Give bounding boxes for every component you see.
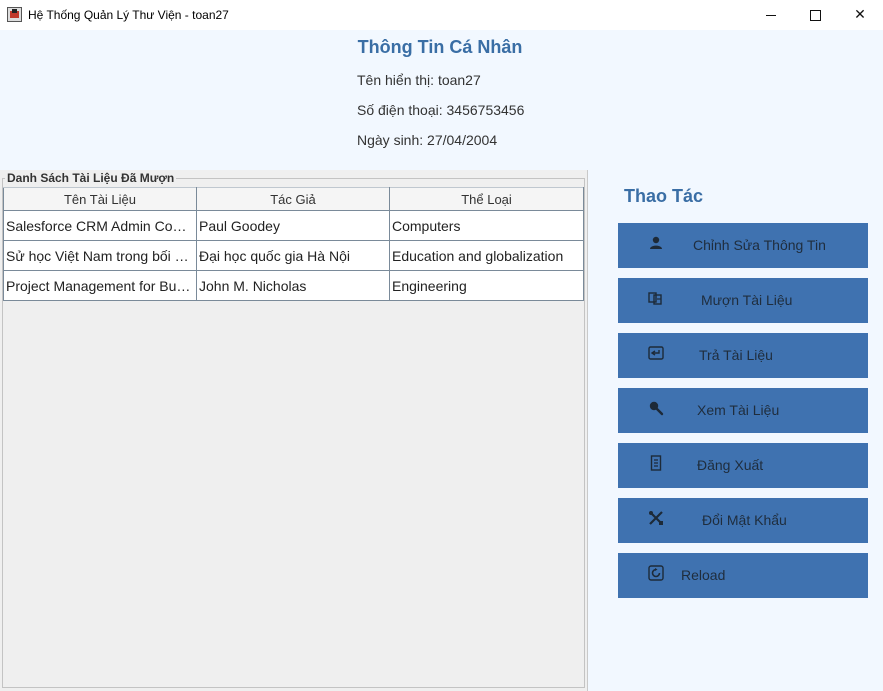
change-password-button[interactable]: Đổi Mật Khẩu — [618, 498, 868, 543]
maximize-button[interactable] — [792, 0, 838, 30]
edit-profile-button[interactable]: Chỉnh Sửa Thông Tin — [618, 223, 868, 268]
borrowed-group-title: Danh Sách Tài Liệu Đã Mượn — [5, 171, 177, 185]
logout-label: Đăng Xuất — [697, 457, 764, 473]
app-icon — [7, 7, 22, 22]
borrow-document-button[interactable]: Mượn Tài Liệu — [618, 278, 868, 323]
display-name-text: Tên hiển thị: toan27 — [357, 72, 481, 88]
search-icon — [648, 400, 664, 416]
change-password-label: Đổi Mật Khẩu — [702, 512, 787, 528]
return-document-label: Trả Tài Liệu — [699, 347, 773, 363]
borrowed-documents-panel: Danh Sách Tài Liệu Đã Mượn Tên Tài Liệu … — [0, 170, 588, 691]
column-header-category[interactable]: Thể Loại — [389, 187, 584, 211]
tools-icon — [648, 510, 664, 526]
window-titlebar: Hệ Thống Quản Lý Thư Viện - toan27 ✕ — [0, 0, 883, 30]
minimize-button[interactable] — [748, 0, 794, 30]
cell-category[interactable]: Education and globalization — [389, 240, 584, 271]
edit-profile-label: Chỉnh Sửa Thông Tin — [693, 237, 826, 253]
cell-title[interactable]: Sử học Việt Nam trong bối cả... — [3, 240, 197, 271]
cell-category[interactable]: Computers — [389, 210, 584, 241]
cell-author[interactable]: Đại học quốc gia Hà Nội — [196, 240, 390, 271]
close-button[interactable]: ✕ — [837, 0, 883, 30]
cell-author[interactable]: John M. Nicholas — [196, 270, 390, 301]
borrow-document-label: Mượn Tài Liệu — [701, 292, 793, 308]
cell-title[interactable]: Project Management for Busi... — [3, 270, 197, 301]
actions-title: Thao Tác — [624, 186, 704, 206]
return-document-button[interactable]: Trả Tài Liệu — [618, 333, 868, 378]
view-document-label: Xem Tài Liệu — [697, 402, 780, 418]
table-row[interactable]: Project Management for Busi... John M. N… — [3, 270, 584, 301]
reload-button[interactable]: Reload — [618, 553, 868, 598]
column-header-author[interactable]: Tác Giả — [196, 187, 390, 211]
borrowed-table: Tên Tài Liệu Tác Giả Thể Loại Salesforce… — [3, 187, 584, 301]
table-row[interactable]: Salesforce CRM Admin Cook... Paul Goodey… — [3, 210, 584, 241]
logout-icon — [648, 455, 664, 471]
reload-icon — [648, 565, 664, 581]
window-title: Hệ Thống Quản Lý Thư Viện - toan27 — [28, 8, 229, 22]
user-icon — [648, 235, 664, 251]
minimize-icon — [766, 14, 776, 16]
profile-title: Thông Tin Cá Nhân — [357, 37, 523, 57]
cell-author[interactable]: Paul Goodey — [196, 210, 390, 241]
close-icon: ✕ — [854, 7, 866, 23]
logout-button[interactable]: Đăng Xuất — [618, 443, 868, 488]
birthday-text: Ngày sinh: 27/04/2004 — [357, 132, 498, 148]
borrow-icon — [648, 290, 664, 306]
maximize-icon — [809, 9, 821, 21]
return-icon — [648, 345, 664, 361]
table-header-row: Tên Tài Liệu Tác Giả Thể Loại — [3, 187, 584, 211]
phone-text: Số điện thoại: 3456753456 — [357, 102, 525, 118]
reload-label: Reload — [681, 567, 726, 583]
cell-title[interactable]: Salesforce CRM Admin Cook... — [3, 210, 197, 241]
view-document-button[interactable]: Xem Tài Liệu — [618, 388, 868, 433]
cell-category[interactable]: Engineering — [389, 270, 584, 301]
column-header-title[interactable]: Tên Tài Liệu — [3, 187, 197, 211]
table-row[interactable]: Sử học Việt Nam trong bối cả... Đại học … — [3, 240, 584, 271]
